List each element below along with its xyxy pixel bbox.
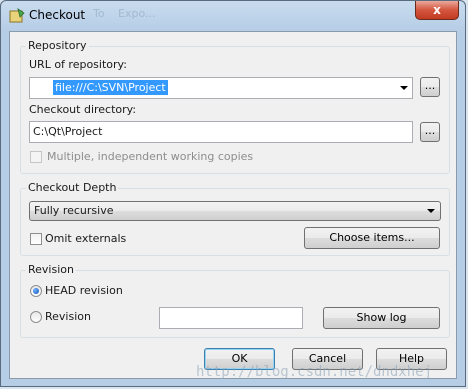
checkout-directory-input[interactable]: C:\Qt\Project	[29, 121, 413, 143]
tortoisesvn-checkout-icon	[9, 8, 25, 23]
revision-group-label: Revision	[26, 263, 76, 276]
title-bar[interactable]: Checkout To Expo... x	[1, 1, 465, 31]
head-revision-radio[interactable]	[30, 285, 42, 297]
url-browse-button[interactable]: ...	[420, 77, 440, 97]
blog-watermark: http://blog.csdn.net/dndxhej	[196, 364, 433, 380]
repository-group: Repository URL of repository: file:///C:…	[20, 39, 450, 174]
chevron-down-icon[interactable]	[427, 209, 435, 213]
window-title: Checkout	[29, 8, 86, 22]
repository-group-label: Repository	[26, 39, 89, 52]
revision-label: Revision	[45, 310, 91, 323]
depth-selected-value: Fully recursive	[34, 204, 114, 217]
directory-browse-button[interactable]: ...	[420, 122, 440, 142]
omit-externals-checkbox[interactable]	[30, 233, 42, 245]
checkout-dialog: Checkout To Expo... x Repository URL of …	[0, 0, 466, 387]
background-ghost-text: Expo...	[118, 7, 156, 20]
dialog-client-area: Repository URL of repository: file:///C:…	[9, 31, 457, 379]
url-input[interactable]: file:///C:\SVN\Project	[53, 80, 168, 95]
background-ghost-text: To	[93, 7, 105, 20]
head-revision-label: HEAD revision	[45, 284, 123, 297]
multiple-working-copies-checkbox[interactable]	[30, 151, 42, 163]
checkout-depth-group: Checkout Depth Fully recursive Omit exte…	[20, 181, 450, 256]
close-button[interactable]: x	[415, 1, 459, 20]
choose-items-button[interactable]: Choose items...	[304, 227, 440, 249]
checkout-directory-label: Checkout directory:	[29, 103, 137, 116]
depth-dropdown[interactable]: Fully recursive	[29, 201, 441, 221]
revision-radio[interactable]	[30, 311, 42, 323]
show-log-button[interactable]: Show log	[323, 307, 440, 329]
revision-number-input[interactable]	[159, 307, 303, 329]
url-label: URL of repository:	[29, 58, 127, 71]
radio-selected-dot	[33, 288, 39, 294]
checkout-depth-group-label: Checkout Depth	[26, 181, 119, 194]
omit-externals-label: Omit externals	[45, 232, 127, 245]
chevron-down-icon[interactable]	[400, 86, 408, 90]
revision-group: Revision HEAD revision Revision Show log	[20, 263, 450, 338]
url-combobox[interactable]: file:///C:\SVN\Project	[29, 77, 413, 99]
multiple-working-copies-label: Multiple, independent working copies	[47, 150, 254, 163]
close-icon: x	[433, 3, 441, 17]
